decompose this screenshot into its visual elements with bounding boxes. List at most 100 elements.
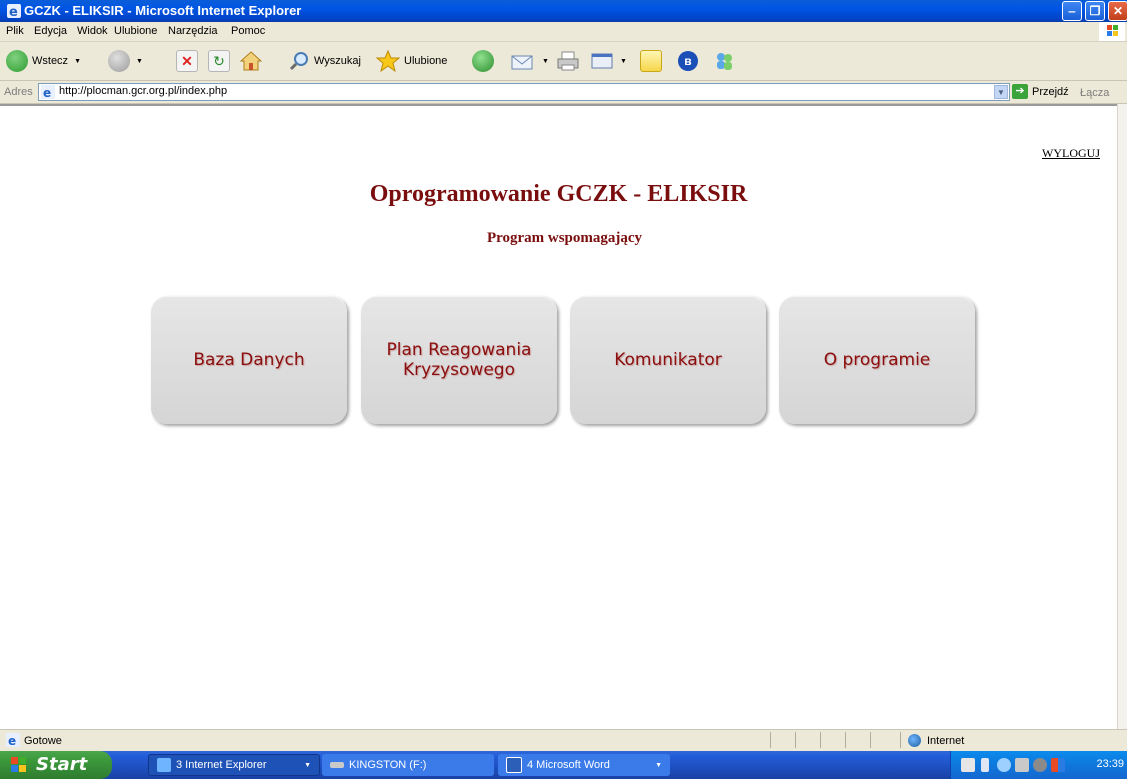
go-arrow-icon: ➔ <box>1012 84 1028 99</box>
status-divider <box>820 732 821 748</box>
discuss-button[interactable] <box>640 47 662 75</box>
go-label: Przejdź <box>1032 85 1069 98</box>
logout-link[interactable]: WYLOGUJ <box>1042 146 1100 161</box>
address-dropdown-icon[interactable]: ▼ <box>994 85 1008 99</box>
mail-icon <box>511 55 533 70</box>
search-label: Wyszukaj <box>314 55 361 67</box>
back-arrow-icon <box>6 50 28 72</box>
windows-logo-icon <box>1099 22 1125 41</box>
system-tray: 23:39 <box>950 751 1127 779</box>
print-button[interactable] <box>556 47 580 75</box>
go-button[interactable]: ➔ Przejdź <box>1012 84 1069 99</box>
chevron-down-icon: ▼ <box>655 761 662 769</box>
menu-edycja[interactable]: Edycja <box>34 25 67 37</box>
menu-narzedzia[interactable]: Narzędzia <box>168 25 218 37</box>
svg-text:e: e <box>43 86 51 99</box>
clock: 23:39 <box>1096 758 1124 770</box>
taskbar: Start 3 Internet Explorer ▼ KINGSTON (F:… <box>0 751 1127 779</box>
star-icon <box>376 50 400 72</box>
bluetooth-icon: ʙ <box>678 51 698 71</box>
security-center-icon[interactable] <box>1051 758 1065 772</box>
status-divider <box>795 732 796 748</box>
forward-button[interactable]: ▼ <box>108 47 143 75</box>
help-icon[interactable] <box>961 758 975 772</box>
tile-plan-reagowania[interactable]: Plan Reagowania Kryzysowego <box>361 296 557 424</box>
chevron-down-icon: ▼ <box>304 761 311 769</box>
tile-label: O programie <box>823 350 931 370</box>
usb-safely-remove-icon[interactable] <box>1015 758 1029 772</box>
stop-button[interactable]: ✕ <box>176 47 198 75</box>
toolbar: Wstecz ▼ ▼ ✕ ↻ Wyszukaj Ulubione ▼ ▼ ʙ <box>0 42 1127 81</box>
maximize-button[interactable]: ❐ <box>1085 1 1105 21</box>
start-button[interactable]: Start <box>0 751 112 779</box>
address-input[interactable]: e http://plocman.gcr.org.pl/index.php ▼ <box>38 83 1010 101</box>
svg-text:e: e <box>9 5 18 19</box>
favorites-button[interactable]: Ulubione <box>376 47 447 75</box>
status-divider <box>870 732 871 748</box>
search-icon <box>289 52 308 71</box>
task-label: 4 Microsoft Word <box>527 759 610 771</box>
page-content: WYLOGUJ Oprogramowanie GCZK - ELIKSIR Pr… <box>0 104 1117 729</box>
speaker-icon[interactable] <box>1033 758 1047 772</box>
address-url: http://plocman.gcr.org.pl/index.php <box>59 85 228 97</box>
status-text: Gotowe <box>24 735 62 747</box>
search-button[interactable]: Wyszukaj <box>288 47 361 75</box>
back-chevron-icon[interactable] <box>997 758 1011 772</box>
chevron-down-icon: ▼ <box>542 57 549 65</box>
bluetooth-button[interactable]: ʙ <box>678 47 698 75</box>
page-subtitle: Program wspomagający <box>486 230 643 246</box>
task-label: KINGSTON (F:) <box>349 759 427 771</box>
links-button[interactable]: Łącza <box>1080 87 1109 99</box>
history-button[interactable] <box>472 47 494 75</box>
menu-plik[interactable]: Plik <box>6 25 24 37</box>
title-bar[interactable]: e GCZK - ELIKSIR - Microsoft Internet Ex… <box>0 0 1127 22</box>
windows-flag-icon <box>11 757 26 772</box>
chevron-down-icon: ▼ <box>136 57 143 65</box>
task-internet-explorer[interactable]: 3 Internet Explorer ▼ <box>148 754 320 776</box>
close-button[interactable]: ✕ <box>1108 1 1127 21</box>
tile-label: Plan Reagowania Kryzysowego <box>386 340 532 380</box>
status-divider <box>900 732 901 748</box>
address-bar: Adres e http://plocman.gcr.org.pl/index.… <box>0 81 1127 104</box>
tile-baza-danych[interactable]: Baza Danych <box>151 296 347 424</box>
messenger-button[interactable] <box>712 47 736 75</box>
home-button[interactable] <box>240 47 262 75</box>
status-bar: e Gotowe Internet <box>0 729 1127 751</box>
task-microsoft-word[interactable]: 4 Microsoft Word ▼ <box>498 754 670 776</box>
refresh-icon: ↻ <box>208 50 230 72</box>
ie-icon <box>157 758 171 772</box>
svg-text:e: e <box>8 734 16 747</box>
mail-button[interactable]: ▼ <box>510 47 549 75</box>
tile-o-programie[interactable]: O programie <box>779 296 975 424</box>
page-title: Oprogramowanie GCZK - ELIKSIR <box>369 181 748 207</box>
messenger-icon <box>717 53 732 70</box>
edit-icon <box>591 53 613 69</box>
favorites-label: Ulubione <box>404 55 448 67</box>
minimize-button[interactable]: ‒ <box>1062 1 1082 21</box>
page-icon: e <box>41 85 55 99</box>
window-title: GCZK - ELIKSIR - Microsoft Internet Expl… <box>24 3 302 18</box>
task-label: 3 Internet Explorer <box>176 759 267 771</box>
menu-ulubione[interactable]: Ulubione <box>114 25 157 37</box>
forward-arrow-icon <box>108 50 130 72</box>
refresh-button[interactable]: ↻ <box>208 47 230 75</box>
vertical-scrollbar[interactable] <box>1117 104 1127 729</box>
start-label: Start <box>36 754 88 775</box>
tile-label: Baza Danych <box>193 350 305 370</box>
tile-komunikator[interactable]: Komunikator <box>570 296 766 424</box>
history-icon <box>472 50 494 72</box>
status-divider <box>845 732 846 748</box>
stop-icon: ✕ <box>176 50 198 72</box>
menu-widok[interactable]: Widok <box>77 25 108 37</box>
back-label: Wstecz <box>32 55 69 67</box>
usb-drive-icon <box>330 762 344 768</box>
network-icon[interactable] <box>981 758 989 772</box>
edit-button[interactable]: ▼ <box>590 47 627 75</box>
note-icon <box>640 50 662 72</box>
tile-label: Komunikator <box>614 350 722 370</box>
menu-pomoc[interactable]: Pomoc <box>231 25 265 37</box>
menu-bar: Plik Edycja Widok Ulubione Narzędzia Pom… <box>0 22 1127 42</box>
back-button[interactable]: Wstecz ▼ <box>6 47 81 75</box>
task-kingston[interactable]: KINGSTON (F:) <box>322 754 494 776</box>
address-label: Adres <box>4 86 33 98</box>
